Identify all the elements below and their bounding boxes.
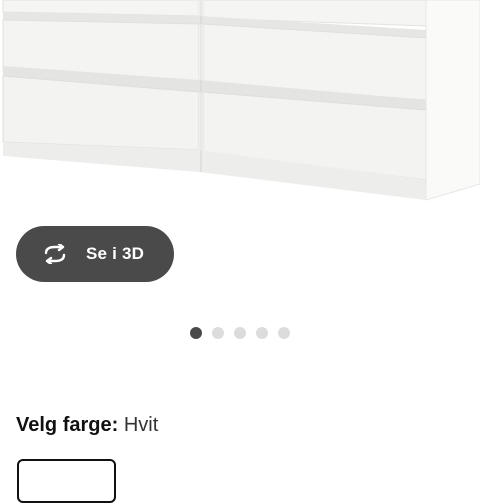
- carousel-dot-3[interactable]: [234, 327, 246, 339]
- rotate-3d-icon: [40, 242, 72, 266]
- color-selector-heading: Velg farge: Hvit: [16, 414, 158, 437]
- view-in-3d-label: Se i 3D: [86, 244, 145, 263]
- image-carousel-dots: [190, 326, 290, 340]
- color-label: Velg farge:: [16, 414, 119, 436]
- carousel-dot-5[interactable]: [278, 327, 290, 339]
- selected-color-value: Hvit: [123, 414, 159, 436]
- carousel-dot-4[interactable]: [256, 327, 268, 339]
- view-in-3d-button[interactable]: Se i 3D: [16, 226, 174, 282]
- color-swatch-selected[interactable]: [17, 459, 116, 503]
- carousel-dot-2[interactable]: [212, 327, 224, 339]
- carousel-dot-1[interactable]: [190, 327, 202, 339]
